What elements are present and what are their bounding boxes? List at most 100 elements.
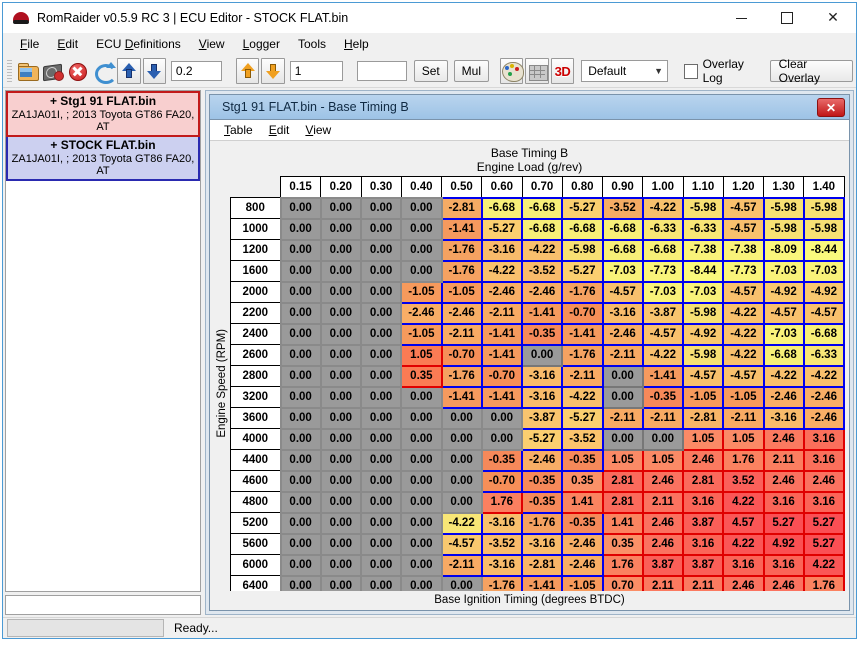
table-cell[interactable]: 0.00 [522,345,562,366]
menu-ecu-definitions[interactable]: ECU Definitions [87,35,190,53]
table-cell[interactable]: 0.00 [361,303,401,324]
table-cell[interactable]: -1.76 [562,282,602,303]
table-cell[interactable]: 0.00 [361,576,401,592]
table-cell[interactable]: -3.52 [603,198,643,219]
table-cell[interactable]: 0.00 [401,429,441,450]
table-cell[interactable]: -7.03 [643,282,683,303]
table-cell[interactable]: -4.57 [723,366,763,387]
table-cell[interactable]: -4.22 [643,198,683,219]
table-cell[interactable]: -5.98 [683,198,723,219]
table-cell[interactable]: 2.81 [603,471,643,492]
table-cell[interactable]: 0.00 [361,408,401,429]
table-cell[interactable]: -3.16 [603,303,643,324]
table-cell[interactable]: -7.03 [804,261,844,282]
coarse-increment-input[interactable]: 1 [290,61,343,81]
table-cell[interactable]: 3.16 [804,429,844,450]
table-cell[interactable]: 0.00 [281,471,321,492]
table-cell[interactable]: -0.35 [482,450,522,471]
table-cell[interactable]: -4.57 [764,303,804,324]
table-view-button[interactable] [525,58,548,84]
overlay-log-checkbox[interactable]: Overlay Log [684,57,760,85]
table-cell[interactable]: -0.35 [562,513,602,534]
row-header-9[interactable]: 3200 [231,387,281,408]
table-cell[interactable]: 0.00 [361,555,401,576]
table-cell[interactable]: 0.00 [321,345,361,366]
table-cell[interactable]: 2.11 [683,576,723,592]
table-cell[interactable]: 0.00 [321,387,361,408]
table-cell[interactable]: -5.27 [562,198,602,219]
table-cell[interactable]: -5.98 [562,240,602,261]
table-cell[interactable]: 0.00 [281,198,321,219]
table-cell[interactable]: 0.00 [401,219,441,240]
table-cell[interactable]: 0.00 [401,492,441,513]
table-cell[interactable]: 0.00 [321,408,361,429]
table-cell[interactable]: -1.41 [442,387,482,408]
table-cell[interactable]: 4.22 [723,534,763,555]
table-cell[interactable]: -3.16 [522,366,562,387]
table-cell[interactable]: -2.81 [442,198,482,219]
table-cell[interactable]: 3.87 [683,555,723,576]
table-cell[interactable]: -1.41 [643,366,683,387]
table-cell[interactable]: -2.81 [522,555,562,576]
table-cell[interactable]: 4.22 [723,492,763,513]
increment-coarse-button[interactable] [236,58,259,84]
table-cell[interactable]: 0.00 [603,387,643,408]
table-cell[interactable]: -5.98 [683,303,723,324]
row-header-18[interactable]: 6400 [231,576,281,592]
table-cell[interactable]: -4.22 [482,261,522,282]
maximize-button[interactable] [764,3,810,33]
toolbar-grip[interactable] [7,60,12,82]
table-cell[interactable]: 4.92 [764,534,804,555]
menu-file[interactable]: File [11,35,48,53]
table-cell[interactable]: 2.46 [764,429,804,450]
set-button[interactable]: Set [414,60,448,82]
table-cell[interactable]: -7.38 [683,240,723,261]
column-header-8[interactable]: 0.90 [603,177,643,198]
threed-view-button[interactable]: 3D [551,58,574,84]
table-cell[interactable]: 0.00 [321,513,361,534]
table-cell[interactable]: -0.70 [442,345,482,366]
table-cell[interactable]: 0.00 [442,450,482,471]
column-header-9[interactable]: 1.00 [643,177,683,198]
fine-increment-input[interactable]: 0.2 [171,61,222,81]
table-cell[interactable]: -1.41 [482,345,522,366]
table-cell[interactable]: -1.41 [482,387,522,408]
table-cell[interactable]: 1.76 [723,450,763,471]
table-cell[interactable]: -4.22 [723,324,763,345]
table-cell[interactable]: -7.73 [643,261,683,282]
table-cell[interactable]: -4.92 [683,324,723,345]
menu-tools[interactable]: Tools [289,35,335,53]
table-cell[interactable]: -1.76 [522,513,562,534]
table-cell[interactable]: -1.05 [401,282,441,303]
table-cell[interactable]: 0.00 [321,492,361,513]
table-cell[interactable]: 0.00 [401,471,441,492]
table-cell[interactable]: -6.68 [764,345,804,366]
table-cell[interactable]: 0.00 [361,429,401,450]
table-cell[interactable]: 1.41 [562,492,602,513]
table-cell[interactable]: -8.09 [764,240,804,261]
table-cell[interactable]: -3.52 [482,534,522,555]
table-cell[interactable]: 0.00 [321,198,361,219]
table-cell[interactable]: -2.11 [643,408,683,429]
timing-table[interactable]: 0.150.200.300.400.500.600.700.800.901.00… [230,176,845,591]
menu-help[interactable]: Help [335,35,378,53]
table-cell[interactable]: -6.68 [522,198,562,219]
palette-button[interactable] [500,58,523,84]
table-cell[interactable]: 2.46 [683,450,723,471]
table-cell[interactable]: 2.46 [804,471,844,492]
table-cell[interactable]: 0.00 [442,492,482,513]
table-cell[interactable]: 0.00 [401,555,441,576]
table-cell[interactable]: -2.11 [482,303,522,324]
table-cell[interactable]: -5.98 [804,198,844,219]
table-cell[interactable]: 0.00 [361,492,401,513]
refresh-button[interactable] [92,58,115,84]
table-cell[interactable]: -2.11 [562,366,602,387]
table-cell[interactable]: -4.57 [723,282,763,303]
table-cell[interactable]: -1.05 [442,282,482,303]
table-frame-titlebar[interactable]: Stg1 91 FLAT.bin - Base Timing B ✕ [210,95,849,120]
table-cell[interactable]: 0.00 [603,429,643,450]
table-cell[interactable]: -2.11 [723,408,763,429]
table-cell[interactable]: -2.46 [562,534,602,555]
table-cell[interactable]: -7.38 [723,240,763,261]
table-cell[interactable]: 0.00 [321,366,361,387]
